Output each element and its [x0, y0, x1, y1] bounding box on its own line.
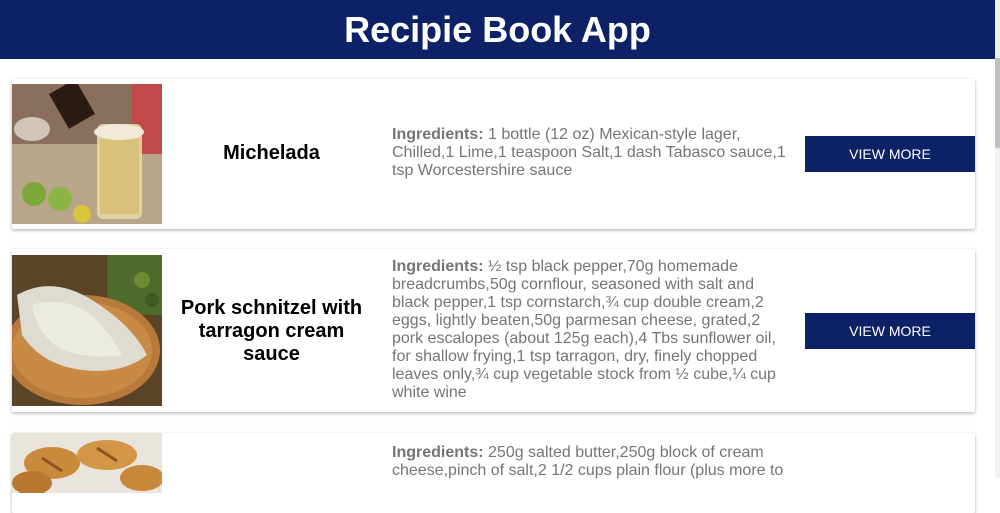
recipe-image-pork-schnitzel	[12, 255, 162, 406]
ingredients-text: Ingredients: 250g salted butter,250g blo…	[392, 444, 792, 480]
ingredients-text: Ingredients: 1 bottle (12 oz) Mexican-st…	[392, 126, 792, 180]
recipe-image-michelada	[12, 84, 162, 224]
recipe-title: Pork schnitzel with tarragon cream sauce	[180, 297, 363, 365]
recipe-card: Michelada Ingredients: 1 bottle (12 oz) …	[12, 79, 975, 229]
app-title: Recipie Book App	[344, 8, 651, 50]
page-scrollbar[interactable]	[995, 0, 1000, 478]
ingredients-label: Ingredients:	[392, 258, 484, 275]
view-more-button[interactable]: VIEW MORE	[805, 313, 975, 349]
ingredients-text: Ingredients: ½ tsp black pepper,70g home…	[392, 258, 792, 402]
view-more-button[interactable]: VIEW MORE	[805, 136, 975, 172]
ingredients-label: Ingredients:	[392, 126, 484, 143]
app-header: Recipie Book App	[0, 0, 995, 59]
recipe-card: Pork schnitzel with tarragon cream sauce…	[12, 249, 975, 412]
ingredients-list: ½ tsp black pepper,70g homemade breadcru…	[392, 258, 776, 401]
scrollbar-thumb[interactable]	[995, 58, 1000, 148]
recipe-title: Michelada	[223, 142, 320, 164]
recipe-image-croissant	[12, 433, 162, 493]
ingredients-label: Ingredients:	[392, 444, 484, 461]
recipe-card: Ingredients: 250g salted butter,250g blo…	[12, 433, 975, 513]
